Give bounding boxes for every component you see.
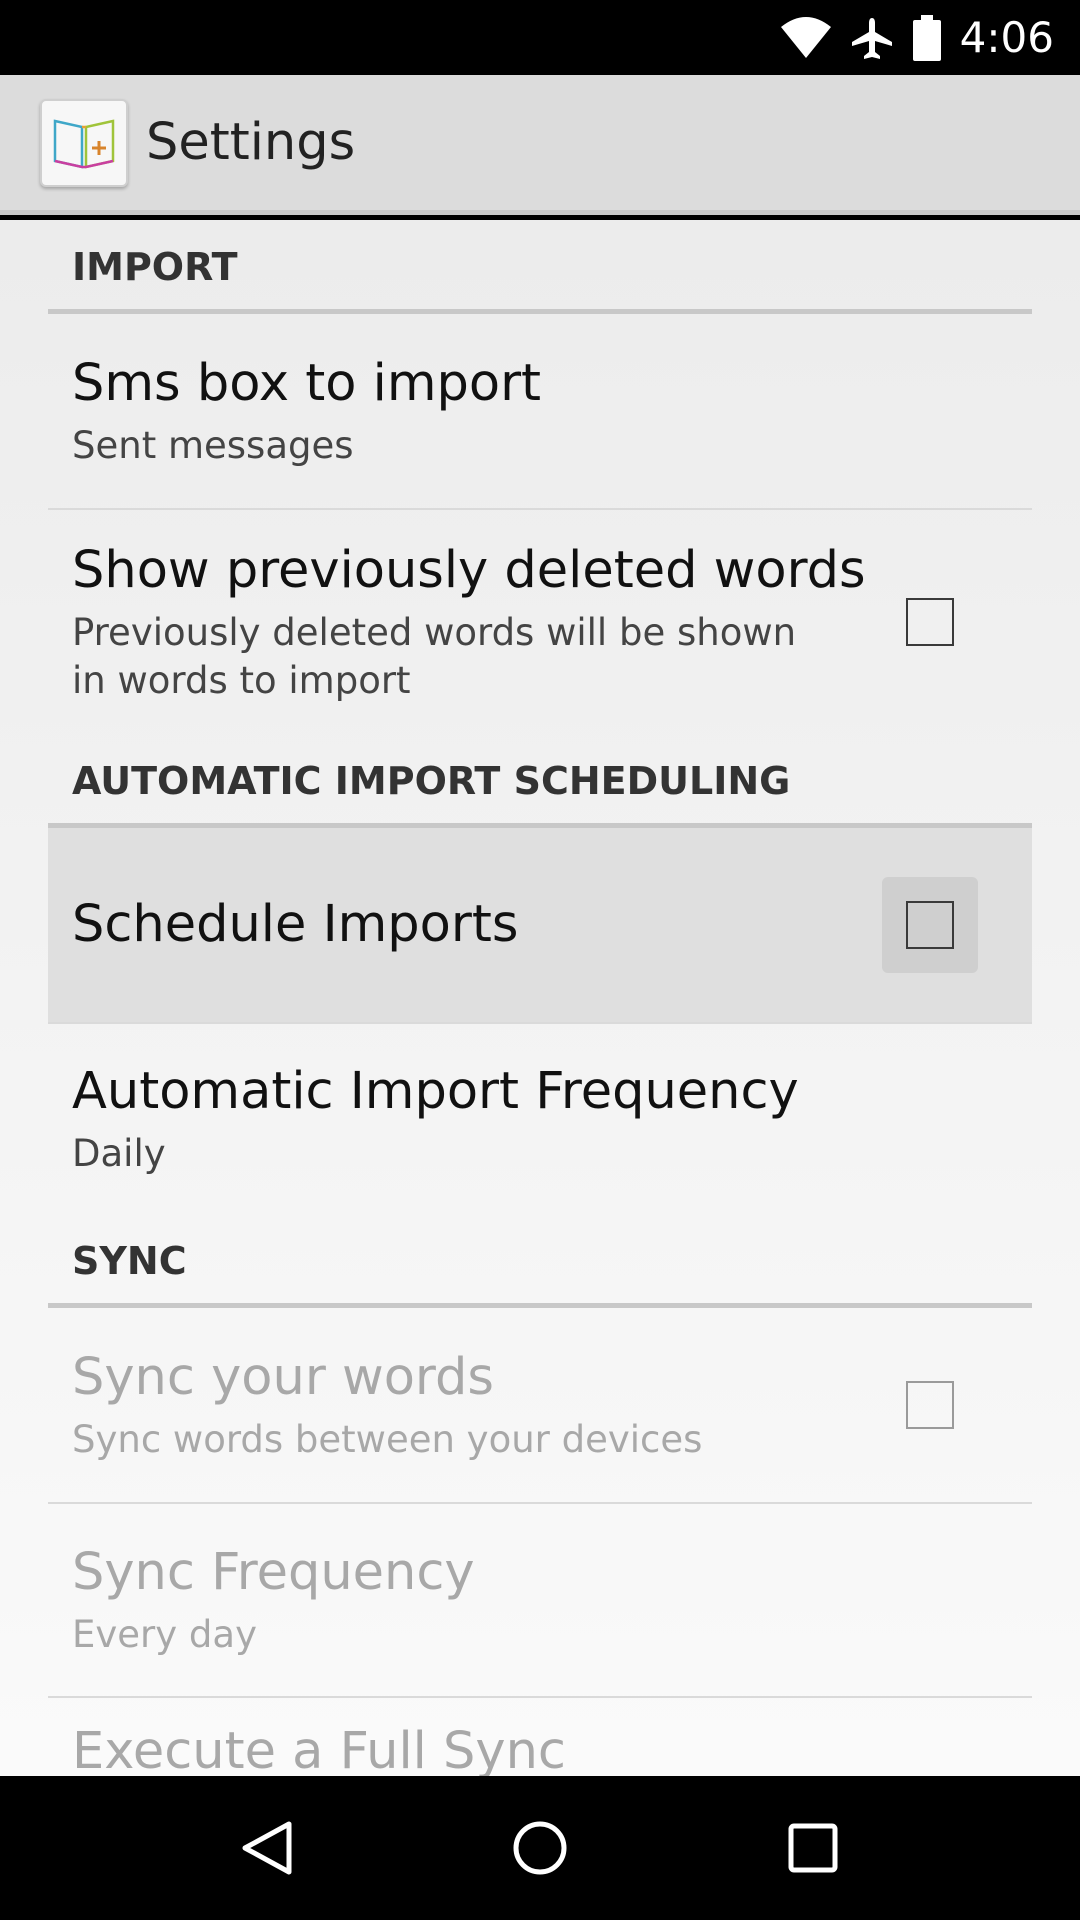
- pref-schedule-imports-title: Schedule Imports: [72, 895, 519, 954]
- pref-full-sync-text: Execute a Full Sync: [72, 1720, 1032, 1776]
- book-plus-icon[interactable]: [40, 98, 128, 187]
- sync-words-checkbox: [906, 1381, 954, 1429]
- schedule-imports-checkbox-wrap: [882, 877, 978, 973]
- home-icon[interactable]: [495, 1803, 585, 1893]
- recents-icon[interactable]: [768, 1803, 858, 1893]
- pref-import-frequency[interactable]: Automatic Import Frequency Daily: [48, 1024, 1032, 1214]
- pref-show-deleted-summary-line1: Previously deleted words will be shown: [72, 611, 797, 654]
- pref-import-frequency-summary: Daily: [72, 1132, 166, 1175]
- pref-sync-words-title: Sync your words: [72, 1348, 494, 1407]
- category-import-title: IMPORT: [72, 245, 238, 289]
- pref-full-sync: Execute a Full Sync: [48, 1698, 1032, 1776]
- sync-words-checkbox-wrap: [882, 1357, 978, 1453]
- pref-show-deleted-text: Show previously deleted words Previously…: [72, 539, 882, 705]
- pref-sync-words-summary: Sync words between your devices: [72, 1418, 703, 1461]
- pref-full-sync-title: Execute a Full Sync: [72, 1722, 566, 1776]
- category-sync-title: SYNC: [72, 1239, 187, 1283]
- pref-schedule-imports-text: Schedule Imports: [72, 893, 882, 957]
- pref-sync-frequency-text: Sync Frequency Every day: [72, 1541, 1032, 1659]
- preference-list: IMPORT Sms box to import Sent messages S…: [48, 220, 1032, 1776]
- screen: 4:06 Settings IMPORT Sms box to import S…: [0, 0, 1080, 1920]
- pref-import-frequency-text: Automatic Import Frequency Daily: [72, 1060, 1032, 1178]
- pref-show-deleted-title: Show previously deleted words: [72, 541, 866, 600]
- pref-import-frequency-title: Automatic Import Frequency: [72, 1062, 799, 1121]
- pref-sms-box-title: Sms box to import: [72, 354, 542, 413]
- status-bar: 4:06: [0, 0, 1080, 75]
- pref-schedule-imports[interactable]: Schedule Imports: [48, 828, 1032, 1024]
- pref-sms-box-text: Sms box to import Sent messages: [72, 352, 1032, 470]
- pref-sync-frequency: Sync Frequency Every day: [48, 1504, 1032, 1698]
- pref-sms-box[interactable]: Sms box to import Sent messages: [48, 314, 1032, 510]
- pref-sync-frequency-title: Sync Frequency: [72, 1543, 475, 1602]
- schedule-imports-checkbox[interactable]: [906, 901, 954, 949]
- category-import: IMPORT: [48, 220, 1032, 314]
- app-bar: Settings: [0, 75, 1080, 215]
- pref-sync-words-text: Sync your words Sync words between your …: [72, 1346, 882, 1464]
- back-icon[interactable]: [222, 1803, 312, 1893]
- pref-sms-box-summary: Sent messages: [72, 424, 354, 467]
- pref-show-deleted[interactable]: Show previously deleted words Previously…: [48, 510, 1032, 734]
- pref-sync-words: Sync your words Sync words between your …: [48, 1308, 1032, 1504]
- category-scheduling-title: AUTOMATIC IMPORT SCHEDULING: [72, 759, 791, 803]
- navigation-bar: [0, 1776, 1080, 1920]
- show-deleted-checkbox[interactable]: [906, 598, 954, 646]
- wifi-icon: [780, 16, 832, 59]
- show-deleted-checkbox-wrap: [882, 574, 978, 670]
- pref-sync-frequency-summary: Every day: [72, 1613, 257, 1656]
- pref-show-deleted-summary: Previously deleted words will be shown i…: [72, 609, 882, 705]
- clock: 4:06: [959, 13, 1054, 62]
- pref-show-deleted-summary-line2: in words to import: [72, 659, 411, 702]
- settings-list[interactable]: IMPORT Sms box to import Sent messages S…: [0, 220, 1080, 1776]
- page-title: Settings: [146, 113, 356, 172]
- category-scheduling: AUTOMATIC IMPORT SCHEDULING: [48, 734, 1032, 828]
- airplane-mode-icon: [850, 16, 894, 60]
- battery-icon: [912, 14, 942, 61]
- category-sync: SYNC: [48, 1214, 1032, 1308]
